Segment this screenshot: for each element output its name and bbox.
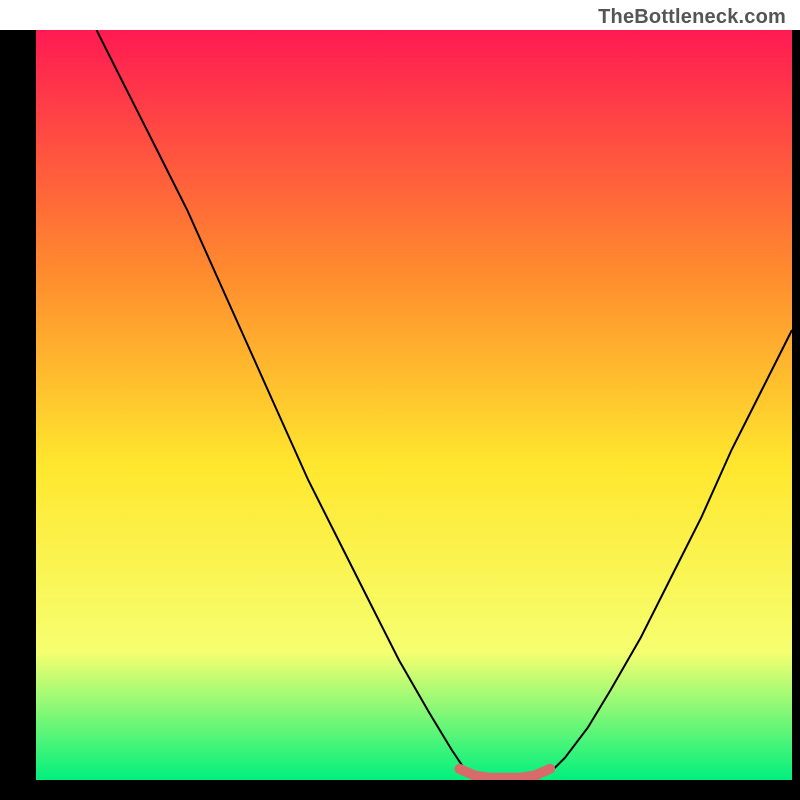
chart-container: TheBottleneck.com [0, 0, 800, 800]
frame-right [792, 0, 800, 800]
bottleneck-chart [0, 0, 800, 800]
frame-bottom [0, 780, 800, 800]
frame-left [0, 0, 36, 800]
watermark-text: TheBottleneck.com [598, 6, 786, 29]
plot-background [36, 30, 792, 780]
